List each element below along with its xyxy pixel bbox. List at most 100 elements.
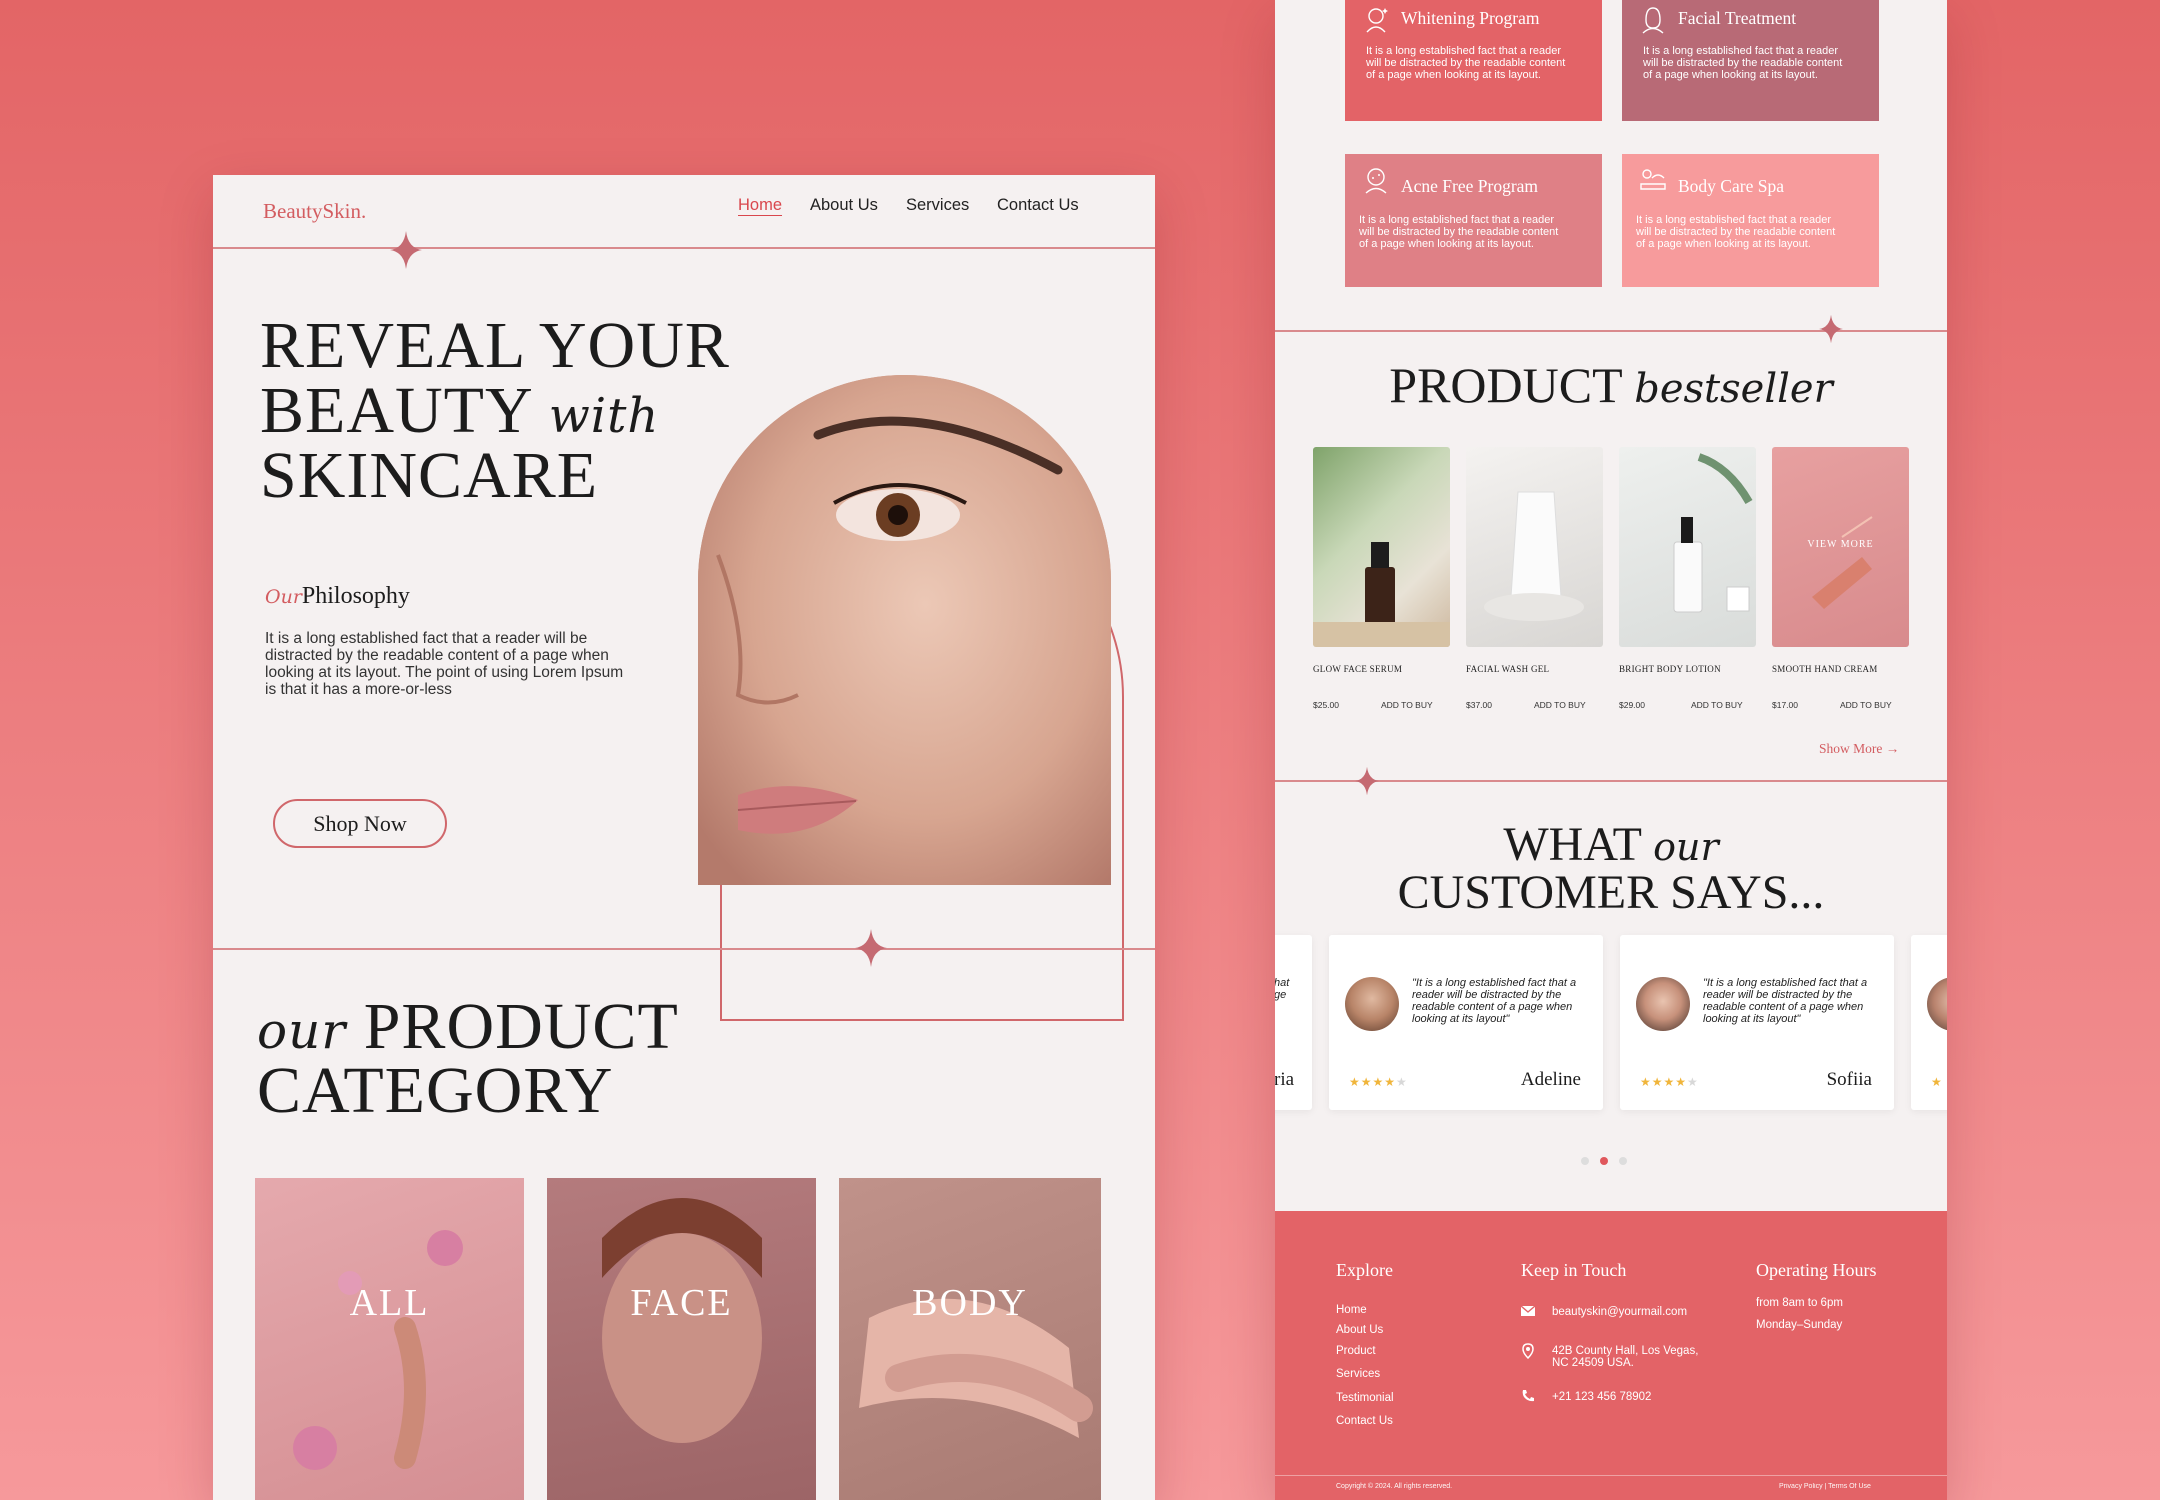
footer-email[interactable]: beautyskin@yourmail.com <box>1552 1306 1712 1318</box>
product-image-body-lotion[interactable] <box>1619 447 1756 647</box>
nav-services[interactable]: Services <box>906 196 969 215</box>
footer-phone[interactable]: +21 123 456 78902 <box>1552 1391 1712 1403</box>
category-card-all[interactable]: ALL <box>255 1178 524 1500</box>
sparkle-icon <box>855 929 887 967</box>
footer-hours: from 8am to 6pm <box>1756 1297 1843 1309</box>
product-image-hand-cream[interactable]: VIEW MORE <box>1772 447 1909 647</box>
product-name: GLOW FACE SERUM <box>1313 664 1403 674</box>
testimonial-name: Sofiia <box>1826 1069 1872 1090</box>
testimonial-quote-fragment: hat ge <box>1275 977 1290 1001</box>
shop-now-button[interactable]: Shop Now <box>273 799 447 848</box>
avatar <box>1636 977 1690 1031</box>
bestseller-title: PRODUCT bestseller <box>1389 357 1833 413</box>
service-card-spa[interactable]: Body Care Spa It is a long established f… <box>1622 154 1879 287</box>
footer-divider <box>1275 1475 1947 1476</box>
sparkle-icon <box>1355 766 1379 796</box>
avatar <box>1927 977 1947 1031</box>
nav-about-us[interactable]: About Us <box>810 196 878 215</box>
product-image-wash-gel[interactable] <box>1466 447 1603 647</box>
category-label-all: ALL <box>349 1282 430 1324</box>
rating-stars: ★ <box>1931 1075 1943 1089</box>
add-to-buy-button[interactable]: ADD TO BUY <box>1691 700 1743 710</box>
service-title: Acne Free Program <box>1401 176 1539 196</box>
service-description: It is a long established fact that a rea… <box>1366 45 1566 81</box>
footer-copyright: Copyright © 2024. All rights reserved. <box>1336 1483 1453 1490</box>
testimonial-card-sofiia: "It is a long established fact that a re… <box>1620 935 1894 1110</box>
arrow-right-icon: → <box>1885 741 1900 756</box>
footer-touch-heading: Keep in Touch <box>1521 1260 1627 1280</box>
hero-face-image <box>698 375 1111 885</box>
service-description: It is a long established fact that a rea… <box>1636 214 1836 250</box>
testimonial-card-partial-right: ★ <box>1911 935 1947 1110</box>
add-to-buy-button[interactable]: ADD TO BUY <box>1534 700 1586 710</box>
product-image-serum[interactable] <box>1313 447 1450 647</box>
add-to-buy-button[interactable]: ADD TO BUY <box>1381 700 1433 710</box>
sparkle-icon <box>1819 314 1843 344</box>
footer-link-about[interactable]: About Us <box>1336 1324 1383 1336</box>
footer-link-home[interactable]: Home <box>1336 1304 1367 1316</box>
testimonial-name-fragment: ria <box>1275 1069 1295 1090</box>
testimonial-title: WHAT our CUSTOMER SAYS... <box>1397 818 1825 919</box>
footer-address: 42B County Hall, Los Vegas, NC 24509 USA… <box>1552 1345 1699 1369</box>
category-title-line2: CATEGORY <box>257 1054 614 1127</box>
footer-days: Monday–Sunday <box>1756 1319 1843 1331</box>
nav-home[interactable]: Home <box>738 196 782 215</box>
product-name: BRIGHT BODY LOTION <box>1619 664 1721 674</box>
category-title-line1: our PRODUCT <box>257 990 679 1063</box>
footer-link-testimonial[interactable]: Testimonial <box>1336 1392 1394 1404</box>
rating-stars: ★★★★★ <box>1349 1075 1408 1089</box>
service-card-whitening[interactable]: Whitening Program It is a long establish… <box>1345 0 1602 121</box>
testimonial-card-adeline: "It is a long established fact that a re… <box>1329 935 1603 1110</box>
service-title: Body Care Spa <box>1678 176 1784 196</box>
philosophy-text: It is a long established fact that a rea… <box>265 630 624 698</box>
philosophy-heading: OurPhilosophy <box>265 583 410 609</box>
detail-page-panel: Whitening Program It is a long establish… <box>1275 0 1947 1500</box>
product-price: $29.00 <box>1619 700 1645 710</box>
product-name: FACIAL WASH GEL <box>1466 664 1550 674</box>
testimonial-name: Adeline <box>1520 1069 1581 1090</box>
testimonial-card-partial-left: hat ge ria <box>1275 935 1312 1110</box>
footer-link-product[interactable]: Product <box>1336 1345 1376 1357</box>
avatar <box>1345 977 1399 1031</box>
woman-face-icon <box>1642 7 1664 34</box>
service-title: Facial Treatment <box>1678 8 1797 28</box>
product-name: SMOOTH HAND CREAM <box>1772 664 1878 674</box>
footer-link-services[interactable]: Services <box>1336 1368 1380 1380</box>
brand-logo[interactable]: BeautySkin. <box>263 199 366 224</box>
category-label-face: FACE <box>630 1282 733 1324</box>
hero-divider <box>213 948 1155 950</box>
view-more-overlay[interactable]: VIEW MORE <box>1772 539 1909 550</box>
header-divider <box>213 247 1155 249</box>
footer-link-contact[interactable]: Contact Us <box>1336 1415 1393 1427</box>
product-price: $25.00 <box>1313 700 1339 710</box>
footer-hours-heading: Operating Hours <box>1756 1260 1877 1280</box>
testimonial-quote: "It is a long established fact that a re… <box>1703 977 1868 1025</box>
carousel-dot-1[interactable] <box>1581 1157 1589 1165</box>
category-card-body[interactable]: BODY <box>839 1178 1101 1500</box>
location-pin-icon <box>1522 1343 1534 1359</box>
service-title: Whitening Program <box>1401 8 1540 28</box>
service-card-acne[interactable]: Acne Free Program It is a long establish… <box>1345 154 1602 287</box>
carousel-dot-2-active[interactable] <box>1600 1157 1608 1165</box>
category-label-body: BODY <box>912 1282 1028 1324</box>
phone-icon <box>1522 1390 1534 1402</box>
hero-title-line1: REVEAL YOUR <box>260 309 730 382</box>
footer-legal-links[interactable]: Privacy Policy | Terms Of Use <box>1779 1483 1871 1490</box>
product-price: $37.00 <box>1466 700 1492 710</box>
nav-contact-us[interactable]: Contact Us <box>997 196 1079 215</box>
service-card-facial[interactable]: Facial Treatment It is a long establishe… <box>1622 0 1879 121</box>
carousel-dot-3[interactable] <box>1619 1157 1627 1165</box>
sparkle-icon <box>390 231 422 269</box>
services-divider <box>1275 330 1947 332</box>
footer: Explore Home About Us Product Services T… <box>1275 1211 1947 1500</box>
service-description: It is a long established fact that a rea… <box>1643 45 1843 81</box>
rating-stars: ★★★★★ <box>1640 1075 1699 1089</box>
landing-page-panel: BeautySkin. Home About Us Services Conta… <box>213 175 1155 1500</box>
add-to-buy-button[interactable]: ADD TO BUY <box>1840 700 1892 710</box>
mail-icon <box>1520 1305 1536 1316</box>
hero-title-line3: SKINCARE <box>260 439 599 512</box>
category-card-face[interactable]: FACE <box>547 1178 816 1500</box>
testimonial-quote: "It is a long established fact that a re… <box>1412 977 1577 1025</box>
acne-face-icon <box>1365 168 1387 194</box>
show-more-link[interactable]: Show More → <box>1819 741 1899 757</box>
